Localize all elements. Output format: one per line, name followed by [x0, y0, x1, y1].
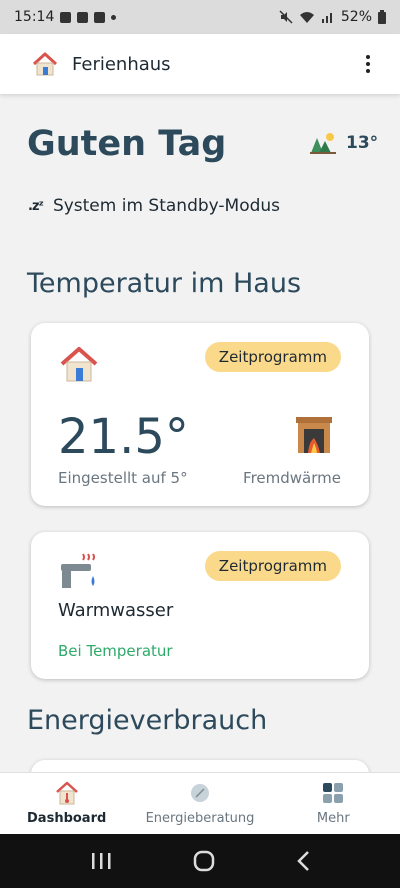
teams-notification-icon	[94, 11, 106, 23]
dot	[366, 62, 370, 66]
system-status: .zᶻ System im Standby-Modus	[28, 196, 280, 216]
nav-energy-consulting[interactable]: Energieberatung	[133, 773, 266, 834]
dot	[366, 55, 370, 59]
house-icon	[60, 347, 98, 382]
nav-dashboard[interactable]: Dashboard	[0, 773, 133, 834]
nav-dashboard-label: Dashboard	[27, 811, 107, 826]
overflow-menu-button[interactable]	[356, 52, 380, 76]
teams-notification-icon	[77, 11, 89, 23]
weather-temperature: 13°	[346, 133, 379, 153]
section-title-energy: Energieverbrauch	[27, 705, 268, 736]
status-bar: 15:14 52%	[0, 0, 400, 34]
house-thermometer-icon	[55, 781, 78, 805]
battery-icon	[378, 10, 386, 24]
nav-energy-consulting-label: Energieberatung	[145, 811, 255, 826]
sleep-icon: .zᶻ	[28, 198, 44, 214]
hot-water-card[interactable]: Zeitprogramm Warmwasser Bei Temperatur	[31, 532, 369, 679]
back-icon[interactable]	[296, 850, 310, 872]
hot-water-label: Warmwasser	[58, 600, 174, 621]
weather-widget[interactable]: 13°	[310, 132, 378, 154]
status-time: 15:14	[14, 9, 55, 25]
wifi-icon	[299, 12, 314, 23]
bottom-navigation: Dashboard Energieberatung Mehr	[0, 772, 400, 834]
current-temperature: 21.5°	[58, 409, 189, 465]
leaf-icon	[190, 784, 209, 802]
schedule-badge[interactable]: Zeitprogramm	[204, 551, 341, 581]
dot	[366, 69, 370, 73]
system-status-text: System im Standby-Modus	[52, 196, 281, 216]
setpoint-label: Eingestellt auf 5°	[58, 469, 188, 487]
grid-icon	[323, 783, 344, 803]
schedule-badge[interactable]: Zeitprogramm	[204, 342, 341, 372]
app-title: Ferienhaus	[72, 53, 171, 75]
nav-more-label: Mehr	[316, 811, 350, 826]
more-notifications-icon	[111, 14, 117, 20]
section-title-temperature: Temperatur im Haus	[27, 268, 302, 299]
home-icon[interactable]	[193, 850, 215, 872]
nav-more[interactable]: Mehr	[267, 773, 400, 834]
system-navigation-bar	[0, 834, 400, 888]
signal-icon	[321, 13, 332, 23]
fireplace-icon	[296, 417, 332, 453]
heat-source-label: Fremdwärme	[243, 469, 341, 487]
battery-percentage: 52%	[340, 9, 372, 25]
app-bar: Ferienhaus	[0, 34, 400, 94]
house-icon	[32, 52, 58, 76]
weather-landscape-icon	[310, 133, 336, 154]
hot-water-status: Bei Temperatur	[58, 642, 173, 660]
heating-card[interactable]: Zeitprogramm 21.5° Eingestellt auf 5° Fr…	[31, 323, 369, 506]
gallery-notification-icon	[60, 11, 72, 23]
recent-apps-icon[interactable]	[90, 851, 112, 871]
hot-water-tap-icon	[61, 553, 95, 588]
mute-icon	[279, 10, 293, 24]
greeting-title: Guten Tag	[27, 124, 227, 164]
